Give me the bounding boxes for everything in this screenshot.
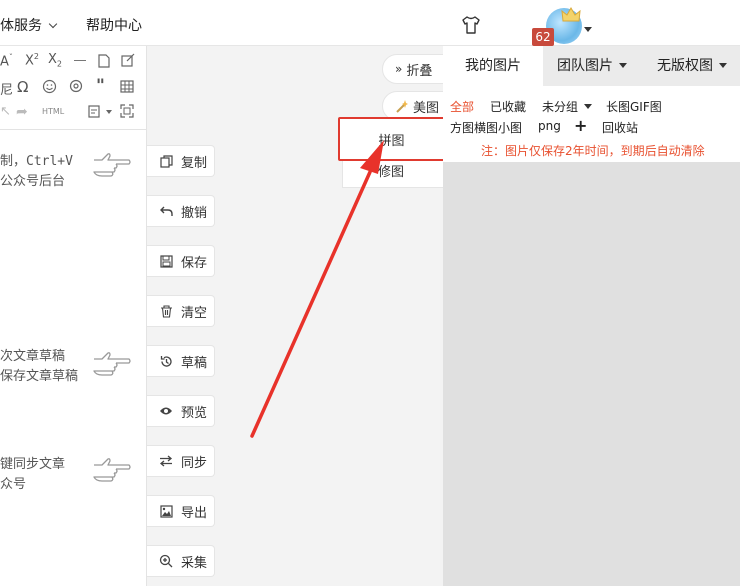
nav-help-center[interactable]: 帮助中心 <box>86 15 142 35</box>
image-export-icon <box>159 504 173 518</box>
chevron-down-icon <box>619 63 627 68</box>
search-plus-icon <box>159 554 173 568</box>
add-group-button[interactable]: + <box>574 116 587 135</box>
omega-icon[interactable]: Ω <box>17 78 28 96</box>
avatar-dropdown-caret-icon[interactable] <box>584 27 592 32</box>
retouch-menu-item[interactable]: 修图 <box>378 161 404 180</box>
eye-icon <box>159 404 173 418</box>
export-button[interactable]: 导出 <box>147 495 215 527</box>
notification-badge: 62 <box>532 28 554 46</box>
history-icon <box>159 354 173 368</box>
hint-draft: 次文章草稿 保存文章草稿 <box>0 349 79 384</box>
chevron-down-icon <box>584 104 593 109</box>
emoji-icon[interactable] <box>42 79 57 94</box>
tab-royalty-free-images[interactable]: 无版权图 <box>657 46 727 86</box>
quote-icon[interactable]: " <box>96 76 105 96</box>
text-fragment-icon[interactable]: 尼 <box>0 79 13 98</box>
subscript-icon[interactable]: X2 <box>48 52 62 69</box>
chevron-down-icon <box>48 19 58 29</box>
tshirt-icon[interactable] <box>461 16 481 34</box>
collage-menu-item[interactable]: 拼图 <box>338 117 445 161</box>
trash-icon <box>159 304 173 318</box>
filter-png[interactable]: png <box>538 119 561 133</box>
copy-button[interactable]: 复制 <box>147 145 215 177</box>
fold-button[interactable]: » 折叠 <box>382 54 444 84</box>
copy-icon <box>159 154 173 168</box>
undo-button[interactable]: 撤销 <box>147 195 215 227</box>
redo-arrow-icon[interactable]: ➦ <box>16 104 28 120</box>
tab-team-images[interactable]: 团队图片 <box>557 46 627 86</box>
chevron-down-icon <box>719 63 727 68</box>
draft-button[interactable]: 草稿 <box>147 345 215 377</box>
html-source-button[interactable]: HTML <box>42 107 64 116</box>
pointing-hand-icon <box>93 352 131 376</box>
horizontal-rule-icon[interactable] <box>74 60 86 61</box>
edit-box-icon[interactable] <box>121 53 135 67</box>
superscript-icon[interactable]: X2 <box>25 52 39 68</box>
filter-ungrouped[interactable]: 未分组 <box>542 98 593 115</box>
format-icon[interactable] <box>88 104 102 118</box>
sync-button[interactable]: 同步 <box>147 445 215 477</box>
retention-notice: 注：图片仅保存2年时间，到期后自动清除 <box>481 144 705 158</box>
pointing-hand-icon <box>93 153 131 177</box>
hint-sync: 键同步文章 众号 <box>0 457 66 492</box>
sync-icon <box>159 454 173 468</box>
filter-long-gif[interactable]: 长图GIF图 <box>606 98 662 115</box>
nav-media-services[interactable]: 体服务 <box>0 15 58 35</box>
format-dropdown-icon[interactable] <box>106 110 112 114</box>
filter-favorited[interactable]: 已收藏 <box>490 98 526 115</box>
pointing-hand-icon <box>93 458 131 482</box>
table-icon[interactable] <box>120 80 134 93</box>
crown-icon <box>561 6 581 22</box>
undo-icon <box>159 204 173 218</box>
filter-shape[interactable]: 方图横图小图 <box>450 119 522 136</box>
save-icon <box>159 254 173 268</box>
search-replace-icon[interactable] <box>69 79 84 94</box>
recycle-bin-link[interactable]: 回收站 <box>602 119 638 136</box>
save-button[interactable]: 保存 <box>147 245 215 277</box>
clear-button[interactable]: 清空 <box>147 295 215 327</box>
collect-button[interactable]: 采集 <box>147 545 215 577</box>
undo-arrow-icon[interactable]: ↖ <box>0 104 11 119</box>
font-size-icon[interactable]: Aˇ <box>0 53 13 69</box>
double-chevron-right-icon: » <box>395 62 403 76</box>
magic-wand-icon <box>396 100 408 113</box>
preview-button[interactable]: 预览 <box>147 395 215 427</box>
document-icon[interactable] <box>98 54 110 68</box>
tab-my-images[interactable]: 我的图片 <box>443 46 543 86</box>
filter-all[interactable]: 全部 <box>450 98 474 115</box>
hint-copy: 制，Ctrl+V 公众号后台 <box>0 154 73 189</box>
fullscreen-icon[interactable] <box>120 104 134 118</box>
